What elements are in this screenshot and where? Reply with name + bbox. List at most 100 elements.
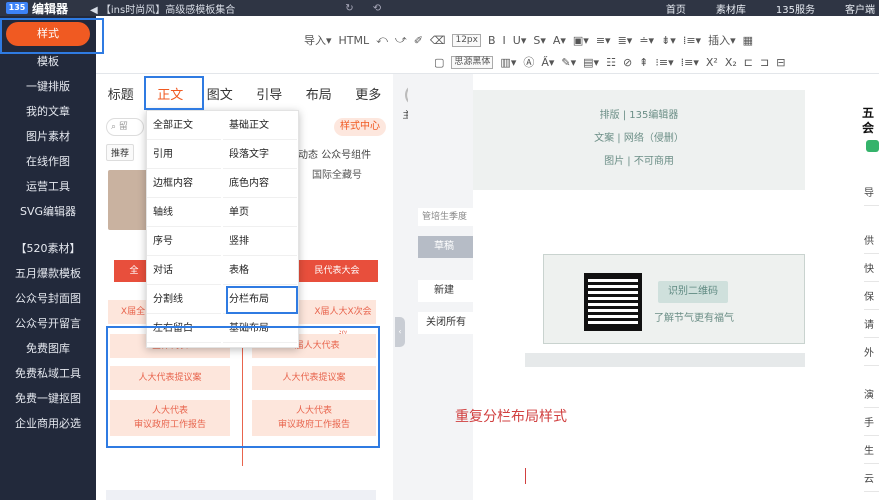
dd-divider[interactable]: 分割线: [147, 285, 221, 314]
right-item-5[interactable]: 请: [864, 314, 879, 338]
next-template-preview[interactable]: [106, 490, 376, 500]
import-button[interactable]: 导入▾: [304, 32, 332, 48]
font-family-select[interactable]: 思源黑体: [451, 55, 494, 69]
sidebar-item-520[interactable]: 【520素材】: [0, 236, 96, 261]
sync-icons[interactable]: ↻ ⟲: [345, 3, 389, 14]
tab-title[interactable]: 标题: [96, 84, 146, 103]
nav-client[interactable]: 客户端: [845, 1, 875, 16]
superscript-icon[interactable]: X²: [706, 56, 718, 69]
cell-left-3[interactable]: 人大代表提议案: [110, 366, 230, 390]
chip-components[interactable]: 公众号组件: [321, 150, 371, 161]
right-item-7[interactable]: 演: [864, 384, 879, 408]
subscript-icon[interactable]: X₂: [725, 56, 737, 69]
cell-left-4[interactable]: 人大代表 审议政府工作报告: [110, 400, 230, 436]
sidebar-item-cutout[interactable]: 免费一键抠图: [0, 386, 96, 411]
bullet-list-icon[interactable]: ⁝≡▾: [655, 56, 673, 69]
chip-recommend[interactable]: 推荐: [106, 144, 135, 161]
right-item-3[interactable]: 快: [864, 258, 879, 282]
right-item-2[interactable]: 供: [864, 230, 879, 254]
sidebar-item-enterprise[interactable]: 企业商用必选: [0, 411, 96, 436]
sidebar-item-online-design[interactable]: 在线作图: [0, 149, 96, 174]
html-button[interactable]: HTML: [339, 34, 370, 47]
sidebar-item-images[interactable]: 图片素材: [0, 124, 96, 149]
right-item-10[interactable]: 云: [864, 468, 879, 492]
sidebar-item-svg[interactable]: SVG编辑器: [0, 199, 96, 224]
close-all-button[interactable]: 关闭所有: [418, 312, 480, 334]
right-item-4[interactable]: 保: [864, 286, 879, 310]
line-height-icon[interactable]: ⁞≡▾: [683, 34, 701, 47]
sidebar-item-may-templates[interactable]: 五月爆款模板: [0, 261, 96, 286]
dd-serial[interactable]: 序号: [147, 227, 221, 256]
sidebar-item-one-click[interactable]: 一键排版: [0, 74, 96, 99]
pen-icon[interactable]: ✎▾: [561, 56, 576, 69]
font-color-icon[interactable]: A▾: [553, 34, 566, 47]
sidebar-item-cover[interactable]: 公众号封面图: [0, 286, 96, 311]
right-item-6[interactable]: 外: [864, 342, 879, 366]
dd-basic-layout[interactable]: 基础布局: [223, 314, 297, 343]
draft-button[interactable]: 草稿: [418, 236, 480, 258]
indent-icon[interactable]: ≣▾: [618, 34, 633, 47]
app-logo[interactable]: 135 编辑器: [0, 0, 68, 17]
draft-title-input[interactable]: 管培生季度: [418, 208, 480, 226]
nav-service[interactable]: 135服务: [776, 1, 815, 16]
underline-icon[interactable]: U▾: [513, 34, 527, 47]
indent-right-icon[interactable]: ⊐: [760, 56, 769, 69]
text-effect-icon[interactable]: A̋▾: [541, 56, 554, 69]
more-icon[interactable]: ⊟: [776, 56, 785, 69]
sidebar-item-comments[interactable]: 公众号开留言: [0, 311, 96, 336]
new-button[interactable]: 新建: [418, 280, 480, 302]
dd-basic-body[interactable]: 基础正文: [223, 111, 297, 140]
right-item-8[interactable]: 手: [864, 412, 879, 436]
format-painter-icon[interactable]: ▢: [434, 56, 444, 69]
sidebar-item-private-tools[interactable]: 免费私域工具: [0, 361, 96, 386]
paragraph-icon[interactable]: ⇟▾: [661, 34, 676, 47]
tab-more[interactable]: 更多: [344, 84, 394, 103]
dd-dialog[interactable]: 对话: [147, 256, 221, 285]
chip-dynamic[interactable]: 动态: [298, 150, 318, 161]
list-icon[interactable]: ☷: [606, 56, 616, 69]
template-thumbnail[interactable]: [108, 170, 148, 230]
background-icon[interactable]: ▤▾: [583, 56, 599, 69]
dd-margins[interactable]: 左右留白: [147, 314, 221, 343]
sidebar-item-template[interactable]: 模板: [0, 49, 96, 74]
tab-body[interactable]: 正文: [146, 84, 196, 103]
eraser-icon[interactable]: ✐: [414, 34, 423, 47]
sidebar-item-my-articles[interactable]: 我的文章: [0, 99, 96, 124]
align-icon[interactable]: ≡▾: [596, 34, 611, 47]
dd-all-body[interactable]: 全部正文: [147, 111, 221, 140]
nav-material[interactable]: 素材库: [716, 1, 746, 16]
link-icon[interactable]: ⊘: [623, 56, 632, 69]
sidebar-item-style[interactable]: 样式: [6, 22, 90, 46]
image-icon[interactable]: ⇞: [639, 56, 648, 69]
dd-paragraph-text[interactable]: 段落文字: [223, 140, 297, 169]
style-center-button[interactable]: 样式中心: [334, 118, 386, 136]
spacing-icon[interactable]: ≐▾: [639, 34, 654, 47]
clear-format-icon[interactable]: ⌫: [430, 34, 446, 47]
text-box-icon[interactable]: Ⓐ: [523, 54, 534, 70]
table-icon[interactable]: ▦: [743, 34, 753, 47]
tab-image-text[interactable]: 图文: [195, 84, 245, 103]
undo-icon[interactable]: ⤺: [376, 33, 388, 47]
indent-left-icon[interactable]: ⊏: [744, 56, 753, 69]
highlight-icon[interactable]: ▣▾: [573, 34, 589, 47]
cell-right-4[interactable]: 人大代表 审议政府工作报告: [252, 400, 376, 436]
editor-canvas[interactable]: 排版 | 135编辑器 文案 | 网络（侵删） 图片 | 不可商用 识别二维码 …: [455, 74, 858, 500]
dd-axis-line[interactable]: 轴线: [147, 198, 221, 227]
bold-icon[interactable]: B: [488, 34, 496, 47]
announcement-text[interactable]: ◀ 【ins时尚风】高级感模板集合: [90, 1, 235, 16]
dd-table[interactable]: 表格: [223, 256, 297, 285]
number-list-icon[interactable]: ⁞≡▾: [681, 56, 699, 69]
border-icon[interactable]: ▥▾: [500, 56, 516, 69]
right-item-1[interactable]: 导: [864, 182, 879, 206]
dd-single-page[interactable]: 单页: [223, 198, 297, 227]
cell-right-3[interactable]: 人大代表提议案: [252, 366, 376, 390]
sidebar-item-ops-tools[interactable]: 运营工具: [0, 174, 96, 199]
dd-column-layout[interactable]: 分栏布局: [223, 285, 297, 314]
sidebar-item-free-images[interactable]: 免费图库: [0, 336, 96, 361]
insert-button[interactable]: 插入▾: [708, 32, 736, 48]
nav-home[interactable]: 首页: [666, 1, 686, 16]
font-size-select[interactable]: 12px: [452, 33, 481, 47]
dd-vertical[interactable]: 竖排: [223, 227, 297, 256]
banner-right[interactable]: 民代表大会: [296, 260, 378, 282]
collapse-panel-handle[interactable]: ‹: [395, 317, 405, 347]
